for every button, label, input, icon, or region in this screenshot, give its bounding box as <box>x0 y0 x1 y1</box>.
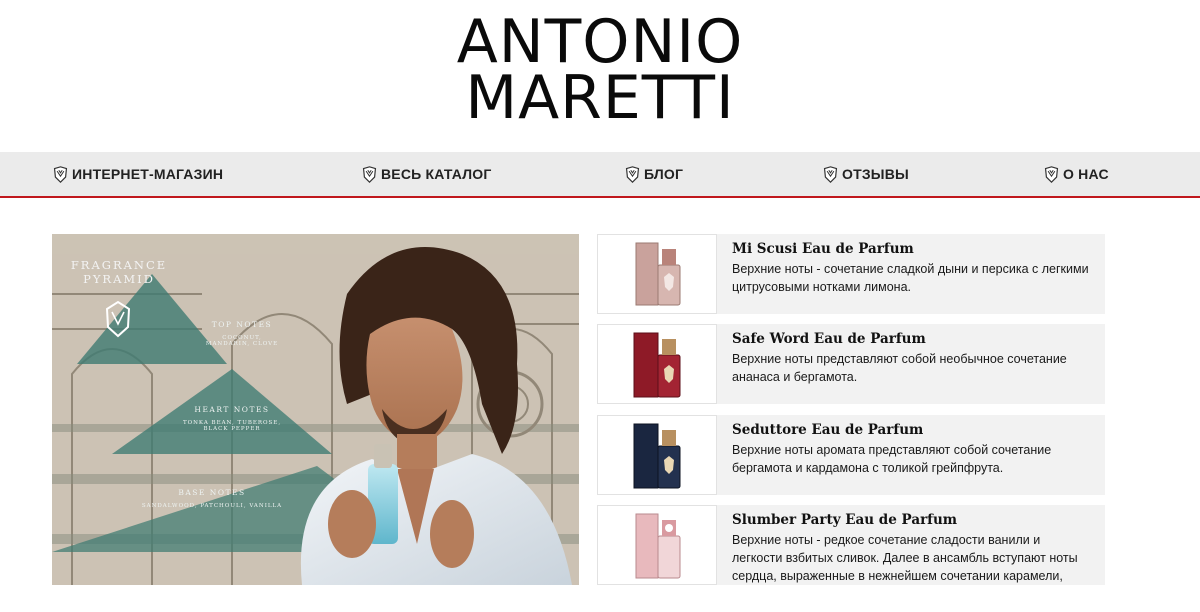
nav-item-label: ИНТЕРНЕТ-МАГАЗИН <box>72 166 224 182</box>
product-description-line: ананаса и бергамота. <box>732 370 858 384</box>
product-description: Верхние ноты аромата представляют собой … <box>732 441 1100 477</box>
product-description-line: бергамота и кардамона с толикой грейпфру… <box>732 461 1004 475</box>
nav-item-label: О НАС <box>1063 166 1109 182</box>
product-description: Верхние ноты представляют собой необычно… <box>732 350 1100 386</box>
crest-icon <box>362 165 377 183</box>
product-name[interactable]: Safe Word Eau de Parfum <box>732 331 926 347</box>
crest-icon <box>53 165 68 183</box>
top-notes-title: TOP NOTES <box>211 320 273 329</box>
nav-item-reviews[interactable]: ОТЗЫВЫ <box>822 152 909 196</box>
crest-icon <box>1044 165 1059 183</box>
hero-title: FRAGRANCE PYRAMID <box>66 258 172 286</box>
product-thumbnail[interactable] <box>597 234 717 314</box>
site-logo[interactable]: ANTONIO MARETTI <box>0 0 1200 152</box>
heart-notes: HEART NOTES TONKA BEAN, TUBEROSE, BLACK … <box>152 405 312 432</box>
logo-line-2: MARETTI <box>465 63 735 133</box>
product-description: Верхние ноты - сочетание сладкой дыни и … <box>732 260 1100 296</box>
product-description-line: легкости взбитых сливок. Далее в ансамбл… <box>732 551 1078 565</box>
product-thumbnail[interactable] <box>597 505 717 585</box>
hero-illustration <box>52 234 579 585</box>
top-notes: TOP NOTES COCONUT, MANDARIN, CLOVE <box>172 320 312 347</box>
nav-item-label: ВЕСЬ КАТАЛОГ <box>381 166 492 182</box>
nav-item-label: ОТЗЫВЫ <box>842 166 909 182</box>
nav-item-catalog[interactable]: ВЕСЬ КАТАЛОГ <box>361 152 491 196</box>
hero-banner[interactable]: FRAGRANCE PYRAMID TOP NOTES COCONUT, MAN… <box>52 234 579 585</box>
base-notes-line-1: SANDALWOOD, PATCHOULI, VANILLA <box>141 503 283 509</box>
hero-title-line-2: PYRAMID <box>83 272 155 286</box>
crest-icon <box>823 165 838 183</box>
product-card[interactable]: Safe Word Eau de Parfum Верхние ноты пре… <box>597 324 1105 404</box>
heart-notes-title: HEART NOTES <box>194 405 270 414</box>
product-card[interactable]: Slumber Party Eau de Parfum Верхние ноты… <box>597 505 1105 585</box>
nav-item-about[interactable]: О НАС <box>1043 152 1109 196</box>
product-card[interactable]: Mi Scusi Eau de Parfum Верхние ноты - со… <box>597 234 1105 314</box>
product-thumbnail[interactable] <box>597 415 717 495</box>
product-list: Mi Scusi Eau de Parfum Верхние ноты - со… <box>597 234 1105 585</box>
product-name[interactable]: Slumber Party Eau de Parfum <box>732 512 957 528</box>
heart-notes-line-2: BLACK PEPPER <box>203 426 261 432</box>
product-thumbnail[interactable] <box>597 324 717 404</box>
main-navbar: ИНТЕРНЕТ-МАГАЗИН ВЕСЬ КАТАЛОГ БЛОГ ОТЗЫВ… <box>0 152 1200 198</box>
product-description-line: цитрусовыми нотками лимона. <box>732 280 912 294</box>
product-name[interactable]: Seduttore Eau de Parfum <box>732 422 923 438</box>
product-description: Верхние ноты - редкое сочетание сладости… <box>732 531 1100 585</box>
hero-title-line-1: FRAGRANCE <box>70 258 168 272</box>
product-description-line: Верхние ноты аромата представляют собой … <box>732 443 1052 457</box>
nav-item-online-store[interactable]: ИНТЕРНЕТ-МАГАЗИН <box>52 152 223 196</box>
nav-item-blog[interactable]: БЛОГ <box>624 152 683 196</box>
product-name[interactable]: Mi Scusi Eau de Parfum <box>732 241 914 257</box>
product-description-line: Верхние ноты - редкое сочетание сладости… <box>732 533 1041 547</box>
product-description-line: сердца, выраженные в нежнейшем сочетании… <box>732 569 1063 583</box>
nav-item-label: БЛОГ <box>644 166 684 182</box>
top-notes-line-2: MANDARIN, CLOVE <box>205 341 279 347</box>
base-notes: BASE NOTES SANDALWOOD, PATCHOULI, VANILL… <box>112 488 312 509</box>
product-card[interactable]: Seduttore Eau de Parfum Верхние ноты аро… <box>597 415 1105 495</box>
crest-icon <box>625 165 640 183</box>
product-description-line: Верхние ноты - сочетание сладкой дыни и … <box>732 262 1089 276</box>
base-notes-title: BASE NOTES <box>178 488 246 497</box>
product-description-line: Верхние ноты представляют собой необычно… <box>732 352 1067 366</box>
